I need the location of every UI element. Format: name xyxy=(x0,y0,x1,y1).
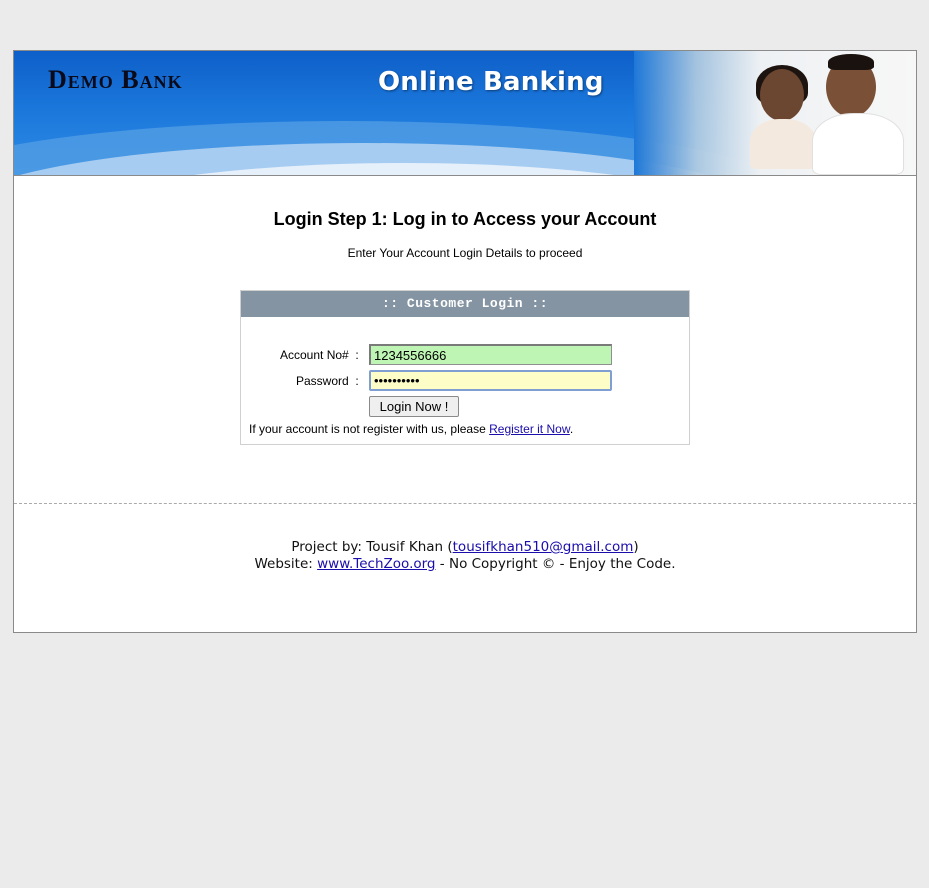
register-link[interactable]: Register it Now xyxy=(489,422,570,436)
footer: Project by: Tousif Khan (tousifkhan510@g… xyxy=(14,503,916,631)
password-label: Password : xyxy=(296,374,359,388)
password-input[interactable] xyxy=(369,370,612,391)
banner-photo-man-shirt xyxy=(812,113,904,175)
footer-website-suffix: - No Copyright © - Enjoy the Code. xyxy=(435,556,676,572)
main-content: Login Step 1: Log in to Access your Acco… xyxy=(14,176,916,503)
banner-title: Online Banking xyxy=(378,67,604,97)
banner-photo-woman-face xyxy=(760,69,804,121)
banner-photo xyxy=(634,51,916,175)
footer-credit-prefix: Project by: Tousif Khan ( xyxy=(291,539,453,555)
page-container: Demo Bank Online Banking Login Step 1: L… xyxy=(13,50,917,633)
page-title: Login Step 1: Log in to Access your Acco… xyxy=(273,209,657,229)
register-prompt-suffix: . xyxy=(569,422,574,436)
footer-text: Project by: Tousif Khan (tousifkhan510@g… xyxy=(14,539,916,573)
banner-photo-woman-shirt xyxy=(750,119,816,169)
customer-login-panel: :: Customer Login :: Account No# : Passw… xyxy=(240,290,690,445)
register-prompt: If your account is not register with us,… xyxy=(249,422,573,436)
login-now-button[interactable]: Login Now ! xyxy=(369,396,459,417)
bank-logo: Demo Bank xyxy=(48,65,183,94)
account-number-input[interactable] xyxy=(369,344,612,365)
register-prompt-text: If your account is not register with us,… xyxy=(249,422,490,436)
website-link[interactable]: www.TechZoo.org xyxy=(317,556,435,572)
footer-credit-suffix: ) xyxy=(633,539,639,555)
footer-website-line: Website: www.TechZoo.org - No Copyright … xyxy=(14,556,916,573)
customer-login-header: :: Customer Login :: xyxy=(241,291,689,317)
author-email-link[interactable]: tousifkhan510@gmail.com xyxy=(453,539,634,555)
footer-credit-line: Project by: Tousif Khan (tousifkhan510@g… xyxy=(14,539,916,556)
page-subtitle: Enter Your Account Login Details to proc… xyxy=(347,246,583,260)
account-number-label: Account No# : xyxy=(280,348,359,362)
footer-website-prefix: Website: xyxy=(254,556,318,572)
banner-photo-man-hair xyxy=(828,54,874,70)
header-banner: Demo Bank Online Banking xyxy=(14,51,916,176)
